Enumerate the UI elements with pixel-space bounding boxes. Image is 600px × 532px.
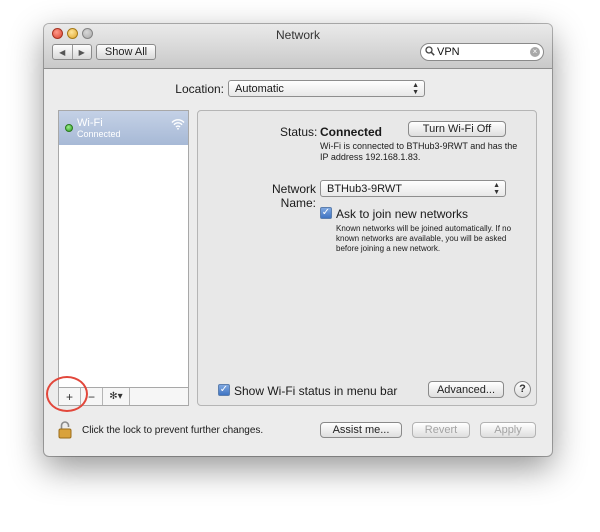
magnifier-icon [425, 45, 435, 59]
service-status: Connected [77, 129, 121, 139]
status-detail-text: Wi-Fi is connected to BTHub3-9RWT and ha… [320, 141, 518, 162]
network-name-label: Network Name: [271, 182, 316, 210]
ask-to-join-checkbox[interactable]: ✓ [320, 207, 332, 219]
show-wifi-status-label[interactable]: Show Wi-Fi status in menu bar [234, 384, 397, 398]
status-label: Status: [280, 125, 318, 139]
help-button[interactable]: ? [514, 381, 531, 398]
wifi-icon [171, 118, 185, 133]
location-popup[interactable]: Automatic ▲ ▼ [228, 80, 425, 97]
search-input[interactable] [435, 46, 523, 58]
window-title: Network [275, 28, 320, 42]
lock-icon[interactable] [58, 421, 72, 439]
service-list-toolbar: + − ✻▾ [58, 388, 189, 406]
lock-text: Click the lock to prevent further change… [82, 425, 264, 436]
network-window: Network ◀ ▶ Show All × Location: Automat… [44, 24, 552, 456]
back-button[interactable]: ◀ [53, 45, 72, 59]
assist-me-button[interactable]: Assist me... [320, 422, 402, 438]
status-dot-icon [65, 124, 73, 132]
service-name: Wi-Fi [77, 117, 103, 129]
title-bar: Network ◀ ▶ Show All × [44, 24, 552, 69]
ask-to-join-detail: Known networks will be joined automatica… [336, 224, 512, 253]
popup-arrows-icon: ▲ ▼ [412, 81, 419, 96]
gear-menu-button[interactable]: ✻▾ [103, 388, 130, 405]
search-field[interactable]: × [420, 43, 544, 61]
nav-segmented-control: ◀ ▶ [52, 44, 92, 60]
add-service-button[interactable]: + [59, 388, 81, 405]
turn-wifi-off-button[interactable]: Turn Wi-Fi Off [408, 121, 506, 137]
ask-to-join-label[interactable]: Ask to join new networks [336, 207, 468, 221]
network-name-popup[interactable]: BTHub3-9RWT ▲ ▼ [320, 180, 506, 197]
service-list: Wi-Fi Connected [58, 110, 189, 388]
location-label: Location: [175, 82, 224, 96]
remove-service-button[interactable]: − [81, 388, 103, 405]
popup-arrows-icon: ▲ ▼ [493, 181, 500, 196]
service-item-wifi[interactable]: Wi-Fi Connected [59, 111, 188, 145]
advanced-button[interactable]: Advanced... [428, 381, 504, 398]
show-wifi-status-checkbox[interactable]: ✓ [218, 384, 230, 396]
location-value: Automatic [235, 82, 284, 95]
clear-search-icon[interactable]: × [530, 47, 540, 57]
apply-button[interactable]: Apply [480, 422, 536, 438]
network-name-value: BTHub3-9RWT [327, 182, 402, 195]
forward-button[interactable]: ▶ [71, 45, 92, 59]
status-value: Connected [320, 125, 383, 139]
show-all-button[interactable]: Show All [96, 44, 156, 60]
revert-button[interactable]: Revert [412, 422, 470, 438]
